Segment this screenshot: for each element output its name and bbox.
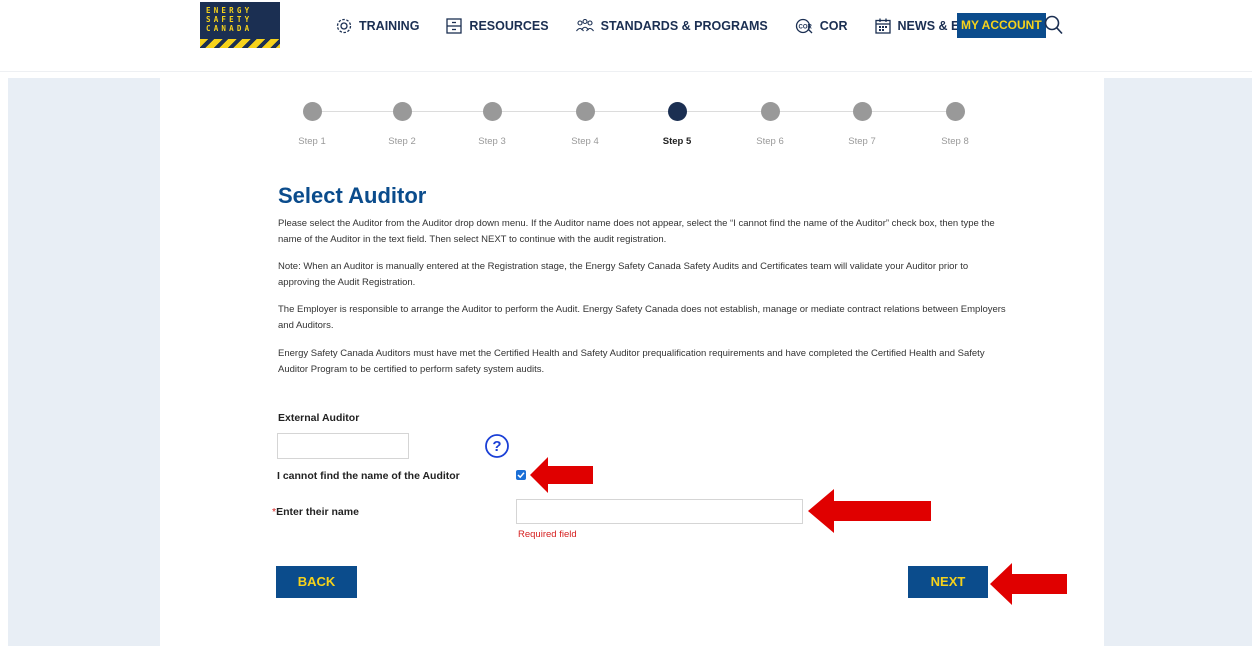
step-label: Step 4 bbox=[571, 136, 599, 147]
help-circle-icon[interactable]: ? bbox=[484, 433, 510, 459]
red-arrow-icon bbox=[990, 563, 1067, 605]
people-icon bbox=[575, 18, 594, 32]
step-1: Step 1 bbox=[282, 102, 342, 147]
back-button[interactable]: BACK bbox=[276, 566, 357, 598]
note-paragraph: Note: When an Auditor is manually entere… bbox=[278, 261, 969, 288]
logo-text: ENERGY SAFETY CANADA bbox=[206, 6, 253, 33]
enter-name-label: *Enter their name bbox=[272, 506, 359, 518]
enter-name-label-text: Enter their name bbox=[276, 506, 359, 518]
checkmark-icon bbox=[517, 472, 525, 479]
nav-resources[interactable]: RESOURCES bbox=[445, 17, 549, 35]
step-3: Step 3 bbox=[462, 102, 522, 147]
required-field-error: Required field bbox=[518, 529, 577, 540]
step-dot bbox=[575, 102, 595, 121]
next-button[interactable]: NEXT bbox=[908, 566, 988, 598]
cor-badge-icon: COR bbox=[795, 18, 812, 34]
step-dot bbox=[482, 102, 502, 121]
step-label: Step 3 bbox=[478, 136, 506, 147]
external-auditor-label: External Auditor bbox=[278, 412, 360, 424]
step-label: Step 8 bbox=[941, 136, 969, 147]
nav-standards-programs-label: STANDARDS & PROGRAMS bbox=[600, 19, 768, 33]
step-dot bbox=[760, 102, 780, 121]
calendar-icon bbox=[874, 18, 891, 34]
nav-training-label: TRAINING bbox=[359, 19, 420, 33]
nav-cor-label: COR bbox=[819, 19, 848, 33]
step-dot bbox=[392, 102, 412, 121]
step-4: Step 4 bbox=[555, 102, 615, 147]
search-icon[interactable] bbox=[1044, 14, 1064, 36]
step-label-active: Step 5 bbox=[662, 136, 692, 147]
nav-cor[interactable]: COR COR bbox=[794, 17, 848, 35]
auditor-name-input[interactable] bbox=[516, 499, 803, 524]
step-5-active: Step 5 bbox=[647, 102, 707, 147]
nav-standards-programs[interactable]: STANDARDS & PROGRAMS bbox=[575, 17, 768, 35]
auditor-requirements-paragraph: Energy Safety Canada Auditors must have … bbox=[278, 348, 985, 375]
step-dot bbox=[945, 102, 965, 121]
red-arrow-icon bbox=[530, 457, 593, 493]
step-7: Step 7 bbox=[832, 102, 892, 147]
logo-stripes bbox=[200, 39, 280, 48]
left-side-panel bbox=[8, 78, 160, 646]
energy-safety-canada-logo[interactable]: ENERGY SAFETY CANADA bbox=[200, 2, 280, 48]
header-divider bbox=[0, 71, 1252, 72]
page-title: Select Auditor bbox=[278, 183, 427, 208]
site-header: ENERGY SAFETY CANADA TRAINING RESOURCES … bbox=[0, 0, 1252, 72]
cannot-find-auditor-label: I cannot find the name of the Auditor bbox=[277, 470, 460, 482]
red-arrow-icon bbox=[808, 489, 931, 533]
step-label: Step 2 bbox=[388, 136, 416, 147]
employer-paragraph: The Employer is responsible to arrange t… bbox=[278, 304, 1006, 331]
step-label: Step 7 bbox=[848, 136, 876, 147]
step-dot bbox=[302, 102, 322, 121]
right-side-panel bbox=[1104, 78, 1252, 646]
step-6: Step 6 bbox=[740, 102, 800, 147]
gear-icon bbox=[336, 18, 352, 34]
cabinet-icon bbox=[446, 18, 463, 34]
my-account-button[interactable]: MY ACCOUNT bbox=[957, 13, 1046, 38]
nav-resources-label: RESOURCES bbox=[469, 19, 549, 33]
external-auditor-input[interactable] bbox=[277, 433, 409, 459]
step-label: Step 1 bbox=[298, 136, 326, 147]
nav-training[interactable]: TRAINING bbox=[335, 17, 419, 35]
svg-text:?: ? bbox=[492, 438, 501, 455]
svg-text:COR: COR bbox=[798, 25, 812, 31]
step-dot-active bbox=[667, 102, 687, 121]
instructions-paragraph: Please select the Auditor from the Audit… bbox=[278, 218, 995, 245]
step-2: Step 2 bbox=[372, 102, 432, 147]
step-dot bbox=[852, 102, 872, 121]
step-8: Step 8 bbox=[925, 102, 985, 147]
main-nav: TRAINING RESOURCES STANDARDS & PROGRAMS … bbox=[335, 14, 1027, 38]
step-label: Step 6 bbox=[756, 136, 784, 147]
cannot-find-auditor-checkbox[interactable] bbox=[516, 470, 526, 480]
